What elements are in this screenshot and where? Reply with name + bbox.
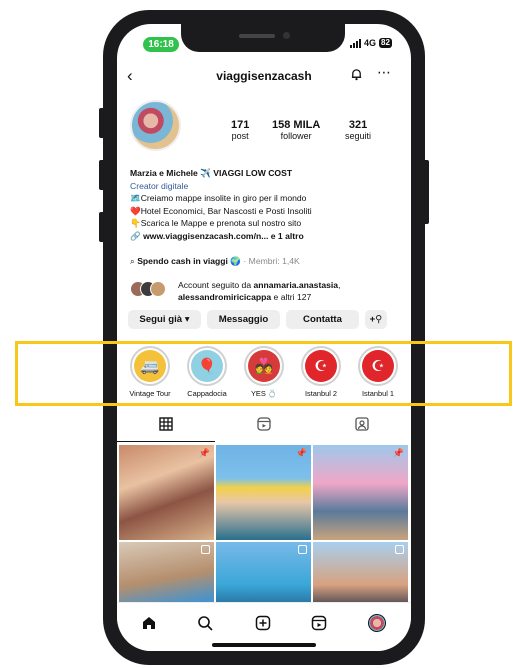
bio-line-1: 🗺️Creiamo mappe insolite in giro per il …: [130, 193, 307, 204]
stat-following[interactable]: 321 seguiti: [345, 119, 371, 141]
message-button[interactable]: Messaggio: [207, 310, 280, 329]
post-thumbnail[interactable]: 📌: [313, 445, 408, 540]
create-post-icon: [255, 615, 271, 631]
camera-icon: [283, 32, 290, 39]
pin-icon: 📌: [295, 448, 307, 458]
followed-by[interactable]: Account seguito da annamaria.anastasia, a…: [130, 280, 400, 302]
bio-line-3: 👇Scarica le Mappe e prenota sul nostro s…: [130, 218, 302, 229]
bio-category[interactable]: Creator digitale: [130, 180, 400, 193]
notification-bell-icon[interactable]: [350, 68, 363, 81]
grid-icon: [159, 417, 173, 431]
active-tab-indicator: [117, 441, 215, 442]
nav-search[interactable]: [193, 611, 217, 635]
reel-icon: [395, 545, 404, 554]
profile-header: ‹ viaggisenzacash ⋯: [117, 64, 411, 88]
battery-icon: 82: [379, 38, 392, 48]
bio-link[interactable]: 🔗 www.viaggisenzacash.com/n... e 1 altro: [130, 230, 400, 243]
reels-icon: [311, 615, 327, 631]
channel-title: Spendo cash in viaggi 🌍: [137, 256, 242, 266]
network-label: 4G: [364, 38, 377, 48]
followed-by-suffix: e altri 127: [271, 292, 312, 302]
stat-posts-value: 171: [231, 119, 250, 131]
bio-link-text: www.viaggisenzacash.com/n... e 1 altro: [143, 230, 304, 241]
followed-by-prefix: Account seguito da: [178, 280, 254, 290]
status-time: 16:18: [143, 37, 179, 52]
nav-reels[interactable]: [307, 611, 331, 635]
link-icon: 🔗: [130, 230, 144, 241]
channel-members: · Membri: 1,4K: [243, 256, 300, 266]
search-icon: [198, 616, 213, 631]
following-button[interactable]: Segui già ▾: [128, 310, 201, 329]
nav-profile[interactable]: [365, 611, 389, 635]
followed-by-separator: ,: [338, 280, 341, 290]
bio-name: Marzia e Michele ✈️ VIAGGI LOW COST: [130, 168, 293, 178]
status-indicators: 4G 82: [350, 38, 392, 48]
highlight-annotation-frame: [15, 341, 512, 406]
phone-notch: [181, 24, 345, 52]
reel-icon: [298, 545, 307, 554]
post-thumbnail[interactable]: 📌: [216, 445, 311, 540]
profile-avatar-icon: [368, 614, 386, 632]
stat-followers[interactable]: 158 MILA follower: [272, 119, 320, 141]
followed-by-text: Account seguito da annamaria.anastasia, a…: [178, 279, 340, 303]
post-thumbnail[interactable]: 📌: [119, 445, 214, 540]
home-icon: [143, 617, 155, 629]
contacts-button[interactable]: Contatta: [286, 310, 359, 329]
followed-by-user-2[interactable]: alessandromiricicappa: [178, 292, 271, 302]
tab-reels[interactable]: [215, 417, 313, 439]
stat-posts-label: post: [231, 131, 249, 141]
reels-icon: [257, 417, 271, 431]
phone-screen: 16:18 4G 82 ‹ viaggisenzacash ⋯ 171 post…: [117, 24, 411, 651]
tagged-person-icon: [355, 417, 369, 431]
profile-bio: Marzia e Michele ✈️ VIAGGI LOW COST Crea…: [130, 167, 400, 243]
stat-posts[interactable]: 171 post: [231, 119, 249, 141]
stat-following-label: seguiti: [345, 131, 372, 141]
broadcast-channel[interactable]: ⌕ Spendo cash in viaggi 🌍 · Membri: 1,4K: [130, 256, 300, 267]
profile-avatar[interactable]: [130, 100, 181, 151]
follower-avatar: [150, 281, 166, 297]
tab-posts[interactable]: [117, 417, 215, 439]
pin-icon: 📌: [198, 448, 210, 458]
profile-username: viaggisenzacash: [216, 69, 312, 83]
profile-actions: Segui già ▾ Messaggio Contatta +⚲: [128, 310, 387, 329]
more-options-icon[interactable]: ⋯: [377, 64, 392, 81]
stat-followers-label: follower: [280, 131, 312, 141]
home-indicator: [212, 643, 316, 647]
suggest-people-button[interactable]: +⚲: [365, 310, 387, 329]
tab-tagged[interactable]: [313, 417, 411, 439]
pin-icon: 📌: [392, 448, 404, 458]
profile-tabs: [117, 417, 411, 439]
signal-icon: [350, 38, 361, 48]
speaker-icon: [239, 34, 275, 38]
followed-by-user-1[interactable]: annamaria.anastasia: [254, 280, 339, 290]
nav-create[interactable]: [251, 611, 275, 635]
stat-following-value: 321: [348, 119, 368, 131]
reel-icon: [201, 545, 210, 554]
stat-followers-value: 158 MILA: [272, 119, 321, 131]
nav-home[interactable]: [137, 611, 161, 635]
bio-line-2: ❤️Hotel Economici, Bar Nascosti e Posti …: [130, 205, 312, 216]
